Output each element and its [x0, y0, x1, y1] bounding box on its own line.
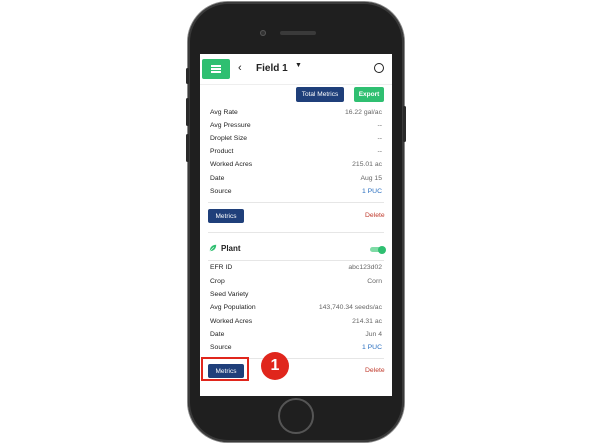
row-value: Aug 15 — [360, 175, 382, 182]
record-row: Date Jun 4 — [210, 331, 382, 342]
plant-toggle-switch[interactable] — [370, 245, 386, 254]
row-label: Worked Acres — [210, 161, 253, 168]
mute-switch — [186, 68, 189, 84]
row-label: Source — [210, 344, 232, 351]
row-value: 214.31 ac — [352, 318, 382, 325]
row-label: Crop — [210, 278, 225, 285]
row-label: Seed Variety — [210, 291, 249, 298]
row-label: Date — [210, 331, 225, 338]
record-row: Source 1 PUC — [210, 344, 382, 355]
row-value: abc123d02 — [348, 264, 382, 271]
user-circle-icon[interactable] — [374, 63, 384, 73]
front-camera — [260, 30, 266, 36]
volume-up-button — [186, 98, 189, 126]
export-button[interactable]: Export — [354, 87, 384, 102]
row-label: EFR ID — [210, 264, 233, 271]
row-value: 16.22 gal/ac — [344, 109, 382, 116]
row-label: Worked Acres — [210, 318, 253, 325]
volume-down-button — [186, 134, 189, 162]
source-link[interactable]: 1 PUC — [362, 344, 382, 351]
back-arrow-icon[interactable]: ‹ — [238, 62, 242, 74]
row-value: -- — [377, 135, 382, 142]
row-value: Corn — [367, 278, 382, 285]
row-value: 143,740.34 seeds/ac — [318, 304, 382, 311]
row-label: Product — [210, 148, 234, 155]
home-button[interactable] — [278, 398, 314, 434]
record-row: Product -- — [210, 148, 382, 159]
leaf-icon — [209, 244, 217, 252]
row-value: Jun 4 — [365, 331, 382, 338]
record-row: Avg Rate 16.22 gal/ac — [210, 109, 382, 120]
row-label: Droplet Size — [210, 135, 248, 142]
record-row: Droplet Size -- — [210, 135, 382, 146]
record-row: Crop Corn — [210, 278, 382, 289]
total-metrics-button[interactable]: Total Metrics — [296, 87, 344, 102]
power-button — [403, 106, 406, 142]
app-screen: ‹ Field 1 ▼ Total Metrics Export Avg Rat… — [200, 54, 392, 396]
row-value: -- — [377, 148, 382, 155]
record-row: Avg Pressure -- — [210, 122, 382, 133]
record-row: Date Aug 15 — [210, 175, 382, 186]
record-row: EFR ID abc123d02 — [210, 264, 382, 275]
plant-record-title: Plant — [221, 244, 241, 253]
record-row: Worked Acres 214.31 ac — [210, 318, 382, 329]
delete-link[interactable]: Delete — [365, 212, 385, 219]
row-label: Avg Pressure — [210, 122, 251, 129]
row-value: -- — [377, 122, 382, 129]
field-title[interactable]: Field 1 — [256, 63, 288, 74]
highlight-box — [201, 357, 249, 381]
caret-down-icon[interactable]: ▼ — [295, 62, 302, 69]
step-marker: 1 — [261, 352, 289, 380]
row-label: Avg Population — [210, 304, 256, 311]
record-row: Worked Acres 215.01 ac — [210, 161, 382, 172]
record-row: Source 1 PUC — [210, 188, 382, 199]
metrics-button[interactable]: Metrics — [208, 209, 244, 223]
menu-button[interactable] — [202, 59, 230, 79]
top-bar: ‹ Field 1 ▼ — [200, 54, 392, 85]
hamburger-icon — [211, 68, 221, 70]
source-link[interactable]: 1 PUC — [362, 188, 382, 195]
row-label: Avg Rate — [210, 109, 238, 116]
record-row: Seed Variety — [210, 291, 382, 302]
section-divider — [208, 202, 384, 203]
section-divider — [208, 260, 384, 261]
section-divider — [208, 232, 384, 233]
plant-delete-link[interactable]: Delete — [365, 367, 385, 374]
row-label: Source — [210, 188, 232, 195]
record-row: Avg Population 143,740.34 seeds/ac — [210, 304, 382, 315]
row-value: 215.01 ac — [352, 161, 382, 168]
row-label: Date — [210, 175, 225, 182]
earpiece-speaker — [280, 31, 316, 35]
